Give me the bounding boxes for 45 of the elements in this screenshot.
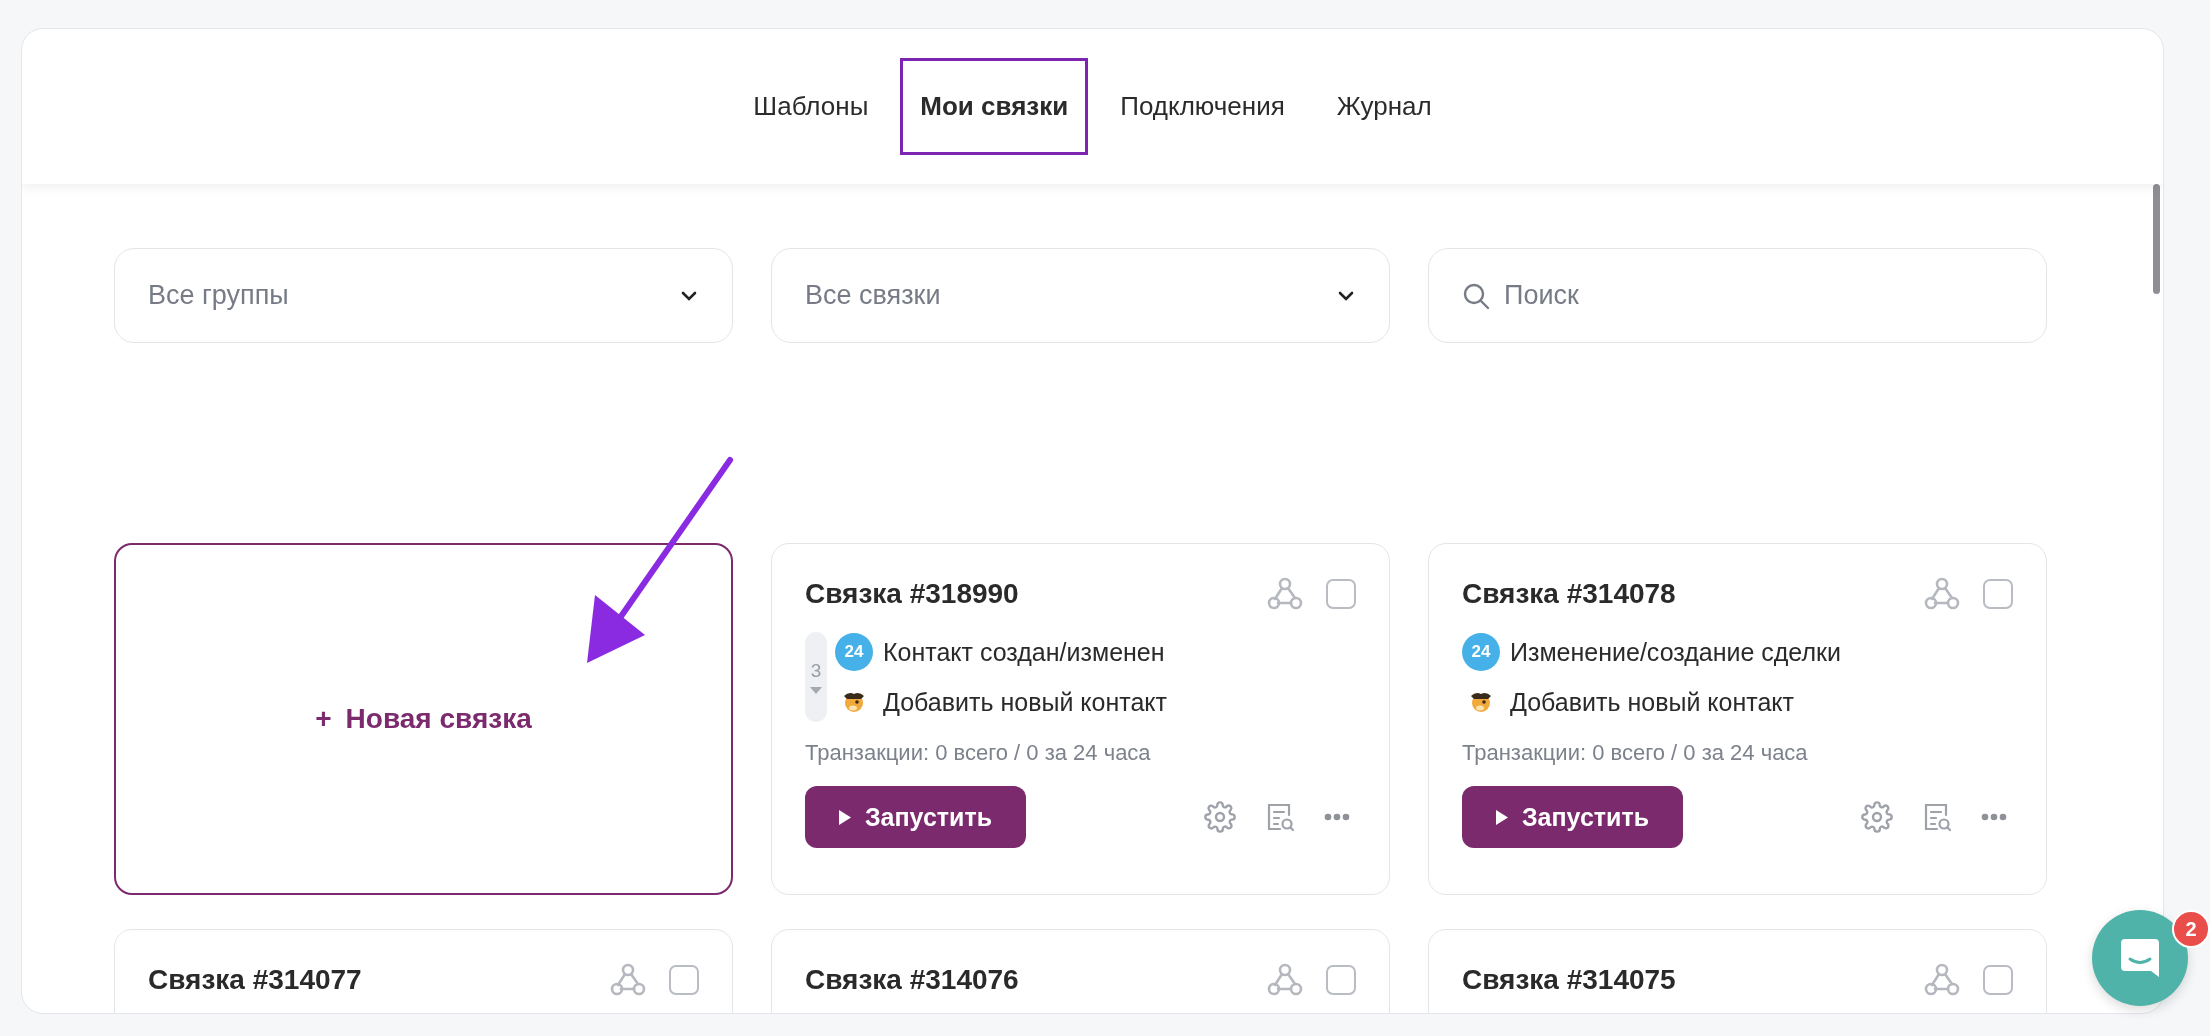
more-icon[interactable] (1324, 813, 1350, 821)
checkbox[interactable] (1983, 965, 2013, 995)
more-icon[interactable] (1981, 813, 2007, 821)
step-label: Добавить новый контакт (883, 687, 1167, 717)
dropdown-field[interactable]: Все связки (771, 248, 1390, 343)
new-bundle-button[interactable]: + Новая связка (114, 543, 733, 895)
webhook-icon[interactable] (1923, 962, 1961, 998)
run-button[interactable]: Запустить (1462, 786, 1683, 848)
search-icon (1462, 281, 1490, 310)
checkbox[interactable] (1326, 579, 1356, 609)
card-title: Связка #314076 (805, 964, 1020, 996)
play-icon (1495, 809, 1508, 825)
checkbox[interactable] (669, 965, 699, 995)
tab[interactable]: Шаблоны (733, 58, 889, 155)
card-title: Связка #314077 (148, 964, 363, 996)
bitrix-icon: 24 (1462, 633, 1500, 671)
card-title: Связка #314078 (1462, 578, 1677, 610)
checkbox[interactable] (1326, 965, 1356, 995)
dropdown-field[interactable]: Все группы (114, 248, 733, 343)
tab[interactable]: Мои связки (900, 58, 1089, 155)
transactions-text: Транзакции: 0 всего / 0 за 24 часа (805, 740, 1152, 766)
webhook-icon[interactable] (609, 962, 647, 998)
transactions-text: Транзакции: 0 всего / 0 за 24 часа (1462, 740, 1809, 766)
webhook-icon[interactable] (1266, 576, 1304, 612)
run-button[interactable]: Запустить (805, 786, 1026, 848)
settings-icon[interactable] (1861, 801, 1893, 833)
webhook-icon[interactable] (1923, 576, 1961, 612)
chevron-down-icon (1337, 289, 1355, 302)
checkbox[interactable] (1983, 579, 2013, 609)
scrollbar-thumb[interactable] (2152, 184, 2160, 294)
caret-icon (809, 685, 823, 695)
tab[interactable]: Журнал (1316, 58, 1452, 155)
webhook-icon[interactable] (1266, 962, 1304, 998)
step-label: Контакт создан/изменен (883, 637, 1165, 667)
bitrix-icon: 24 (835, 633, 873, 671)
step-label: Изменение/создание сделки (1510, 637, 1841, 667)
tab[interactable]: Подключения (1100, 58, 1305, 155)
card-title: Связка #314075 (1462, 964, 1677, 996)
chevron-down-icon (680, 289, 698, 302)
search-field[interactable]: Поиск (1428, 248, 2047, 343)
card-title: Связка #318990 (805, 578, 1020, 610)
step-label: Добавить новый контакт (1510, 687, 1794, 717)
unread-badge: 2 (2172, 910, 2210, 948)
settings-icon[interactable] (1204, 801, 1236, 833)
play-icon (838, 809, 851, 825)
